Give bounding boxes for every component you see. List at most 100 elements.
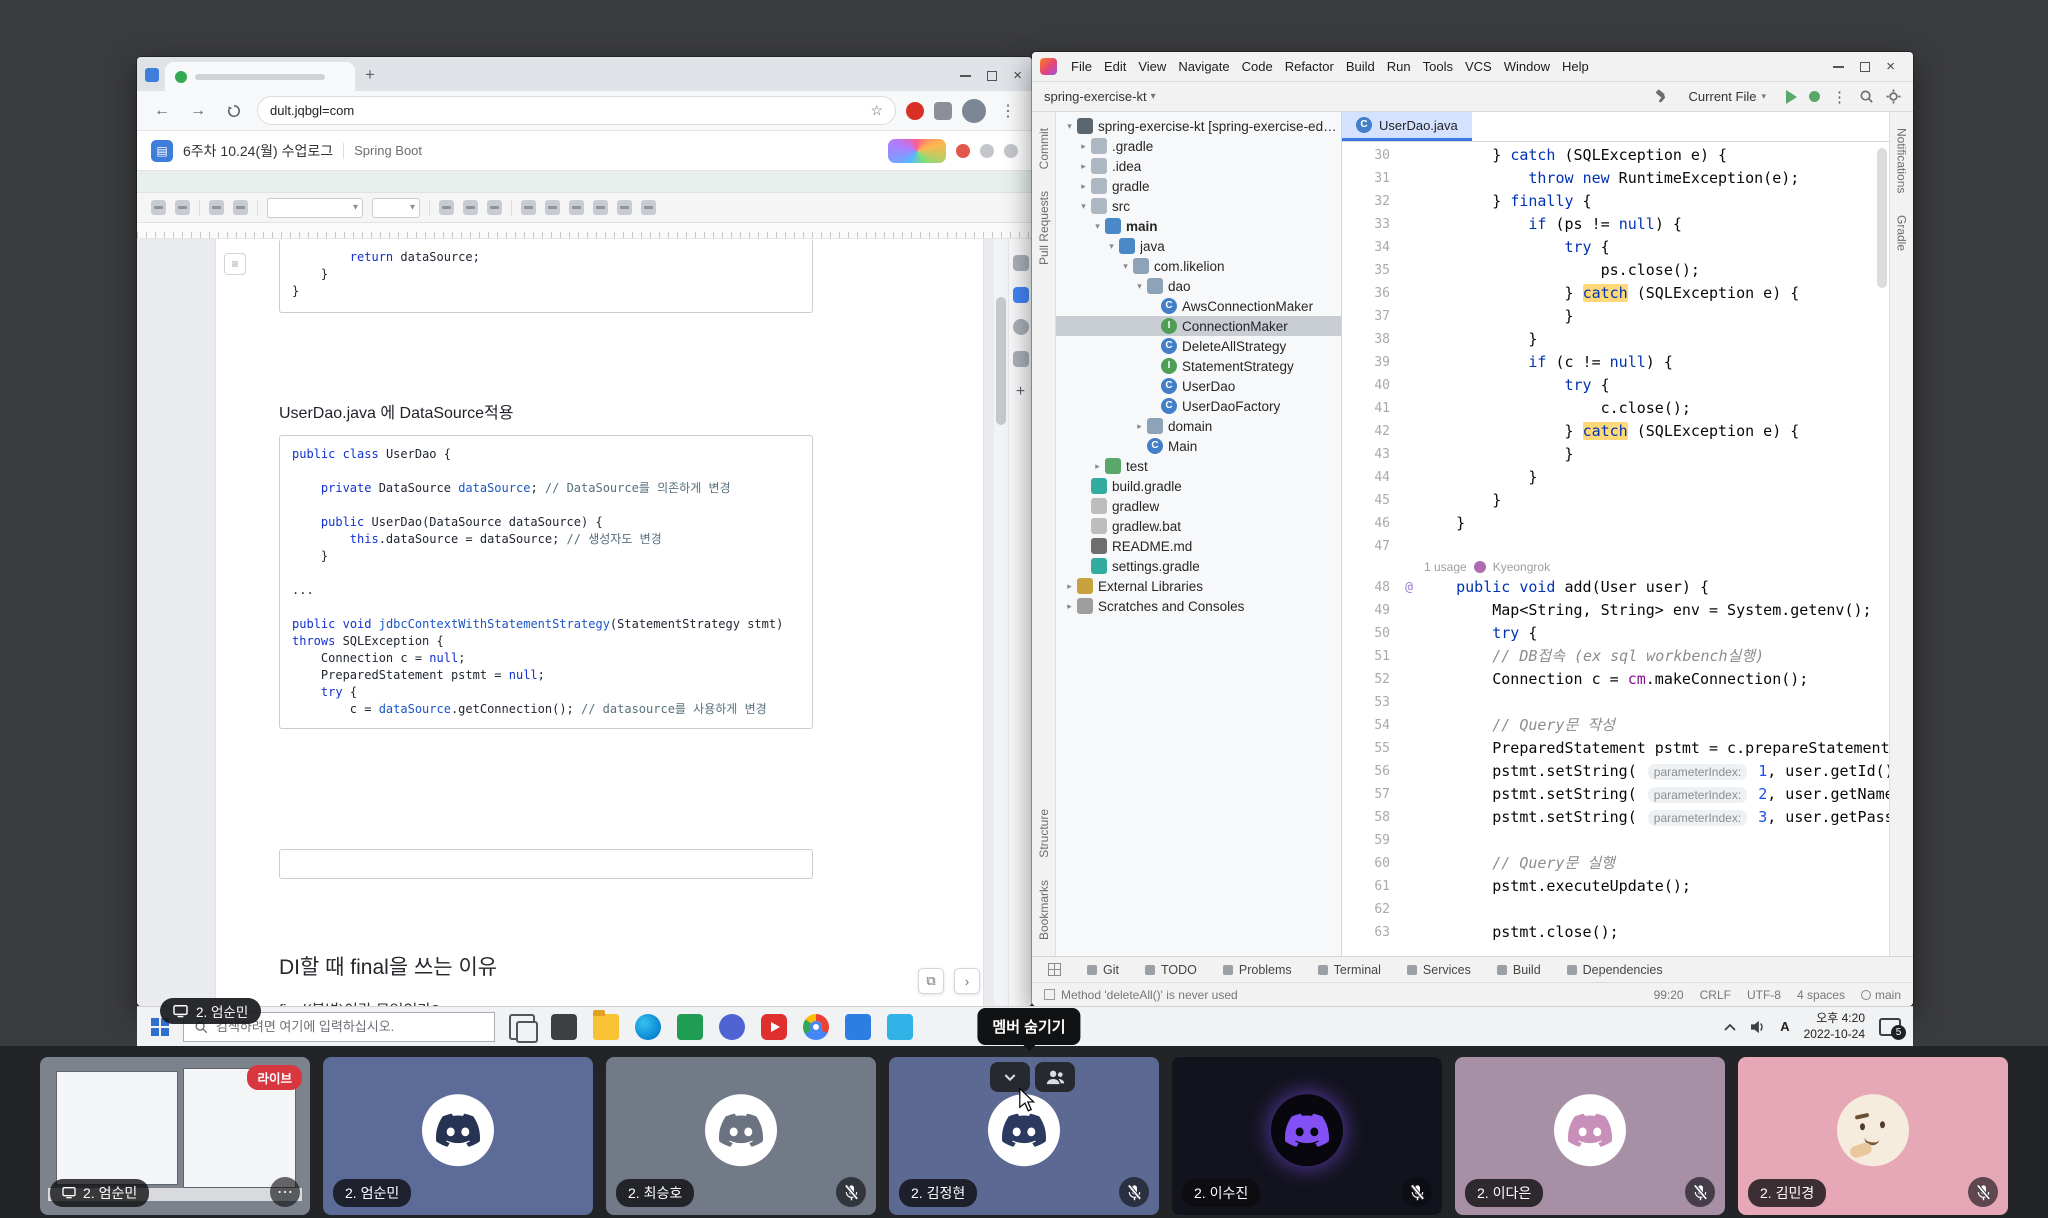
- usages-hint[interactable]: 1 usageKyeongrok: [1342, 558, 1889, 576]
- extension-icon-red[interactable]: [906, 102, 924, 120]
- popout-button[interactable]: ⧉: [918, 968, 944, 994]
- code-line[interactable]: 55 PreparedStatement pstmt = c.prepareSt…: [1342, 737, 1889, 760]
- project-tree-item[interactable]: ▾main: [1056, 216, 1341, 236]
- project-tree-item[interactable]: CAwsConnectionMaker: [1056, 296, 1341, 316]
- align-center-icon[interactable]: [545, 200, 560, 215]
- code-line[interactable]: 53: [1342, 691, 1889, 714]
- code-line[interactable]: 57 pstmt.setString( parameterIndex: 2, u…: [1342, 783, 1889, 806]
- code-line[interactable]: 44 }: [1342, 466, 1889, 489]
- chrome-icon[interactable]: [803, 1014, 829, 1040]
- rail-profile-icon[interactable]: [1013, 319, 1029, 335]
- code-line[interactable]: 36 } catch (SQLException e) {: [1342, 282, 1889, 305]
- app-blue-icon[interactable]: [719, 1014, 745, 1040]
- participant-tile-2[interactable]: 2. 엄순민: [323, 1057, 593, 1215]
- tool-window-tab-structure[interactable]: Structure: [1037, 809, 1051, 858]
- project-tree-item[interactable]: README.md: [1056, 536, 1341, 556]
- participant-tile-6[interactable]: 2. 이다은: [1455, 1057, 1725, 1215]
- project-tree-item[interactable]: build.gradle: [1056, 476, 1341, 496]
- settings-gear-icon[interactable]: [1886, 89, 1901, 104]
- code-line[interactable]: 37 }: [1342, 305, 1889, 328]
- indent-setting[interactable]: 4 spaces: [1797, 988, 1845, 1002]
- font-family-select[interactable]: ▾: [267, 198, 363, 218]
- tool-window-build[interactable]: Build: [1497, 963, 1541, 977]
- tool-window-tab-gradle[interactable]: Gradle: [1895, 215, 1909, 251]
- rail-add-icon[interactable]: +: [1016, 383, 1025, 401]
- project-tree-item[interactable]: ▸.gradle: [1056, 136, 1341, 156]
- project-tree-item[interactable]: ▾java: [1056, 236, 1341, 256]
- build-hammer-icon[interactable]: [1654, 89, 1669, 104]
- code-line[interactable]: 38 }: [1342, 328, 1889, 351]
- code-line[interactable]: 40 try {: [1342, 374, 1889, 397]
- tool-window-dependencies[interactable]: Dependencies: [1567, 963, 1663, 977]
- rail-documents-icon[interactable]: [1013, 255, 1029, 271]
- image-icon[interactable]: [641, 200, 656, 215]
- ide-menu-build[interactable]: Build: [1340, 56, 1381, 77]
- project-tree-item[interactable]: ▾com.likelion: [1056, 256, 1341, 276]
- new-tab-button[interactable]: +: [365, 65, 375, 85]
- app-dark-icon[interactable]: [551, 1014, 577, 1040]
- vscode-icon[interactable]: [845, 1014, 871, 1040]
- ide-menu-file[interactable]: File: [1065, 56, 1098, 77]
- options-icon[interactable]: [1004, 144, 1018, 158]
- project-tree-item[interactable]: ▾dao: [1056, 276, 1341, 296]
- code-line[interactable]: 56 pstmt.setString( parameterIndex: 1, u…: [1342, 760, 1889, 783]
- ide-menu-edit[interactable]: Edit: [1098, 56, 1132, 77]
- project-tree-item[interactable]: IStatementStrategy: [1056, 356, 1341, 376]
- tool-window-tab-notifications[interactable]: Notifications: [1895, 128, 1909, 193]
- back-button[interactable]: ←: [149, 98, 175, 124]
- align-left-icon[interactable]: [521, 200, 536, 215]
- ide-menu-run[interactable]: Run: [1381, 56, 1417, 77]
- code-line[interactable]: 62: [1342, 898, 1889, 921]
- project-tree-item[interactable]: ▾spring-exercise-kt [spring-exercise-edu…: [1056, 116, 1341, 136]
- code-line[interactable]: 58 pstmt.setString( parameterIndex: 3, u…: [1342, 806, 1889, 829]
- maximize-button[interactable]: [1860, 62, 1870, 72]
- address-input[interactable]: dult.jqbgl=com ☆: [257, 96, 896, 125]
- close-button[interactable]: ×: [1886, 59, 1895, 74]
- undo-icon[interactable]: [151, 200, 166, 215]
- scrollbar-thumb[interactable]: [996, 297, 1006, 425]
- code-line[interactable]: 42 } catch (SQLException e) {: [1342, 420, 1889, 443]
- tool-window-tab-bookmarks[interactable]: Bookmarks: [1037, 880, 1051, 940]
- code-block-userdao[interactable]: public class UserDao { private DataSourc…: [279, 435, 813, 729]
- extensions-puzzle-icon[interactable]: [934, 102, 952, 120]
- ide-menu-window[interactable]: Window: [1498, 56, 1556, 77]
- hide-members-button[interactable]: [1035, 1062, 1075, 1092]
- project-tree-item[interactable]: CUserDao: [1056, 376, 1341, 396]
- code-line[interactable]: 46 }: [1342, 512, 1889, 535]
- document-page[interactable]: ≡ return dataSource; }} UserDao.java 에 D…: [215, 239, 984, 1006]
- document-scrollbar[interactable]: [994, 239, 1008, 1006]
- editor-tab-userdao[interactable]: C UserDao.java: [1342, 112, 1472, 141]
- tool-window-terminal[interactable]: Terminal: [1318, 963, 1381, 977]
- code-block-datasource-return[interactable]: return dataSource; }}: [279, 239, 813, 313]
- forward-button[interactable]: →: [185, 98, 211, 124]
- tile-options-button[interactable]: ⋯: [270, 1177, 300, 1207]
- print-icon[interactable]: [209, 200, 224, 215]
- code-line[interactable]: 34 try {: [1342, 236, 1889, 259]
- profile-avatar[interactable]: [962, 99, 986, 123]
- more-actions-icon[interactable]: ⋮: [1832, 88, 1847, 106]
- align-right-icon[interactable]: [569, 200, 584, 215]
- editor-scrollbar[interactable]: [1877, 148, 1887, 288]
- participant-tile-7[interactable]: 2. 김민경: [1738, 1057, 2008, 1215]
- code-line[interactable]: 50 try {: [1342, 622, 1889, 645]
- ide-menu-tools[interactable]: Tools: [1417, 56, 1459, 77]
- taskbar-search-input[interactable]: [216, 1019, 484, 1034]
- rail-favorites-icon[interactable]: [1013, 287, 1029, 303]
- project-tree-item[interactable]: ▸.idea: [1056, 156, 1341, 176]
- tool-window-tab-commit[interactable]: Commit: [1037, 128, 1051, 169]
- code-line[interactable]: 49 Map<String, String> env = System.gete…: [1342, 599, 1889, 622]
- collapse-panel-button[interactable]: ›: [954, 968, 980, 994]
- table-icon[interactable]: [617, 200, 632, 215]
- project-tree-item[interactable]: ▸test: [1056, 456, 1341, 476]
- participant-tile-3[interactable]: 2. 최승호: [606, 1057, 876, 1215]
- participant-tile-5[interactable]: 2. 이수진: [1172, 1057, 1442, 1215]
- notification-center-icon[interactable]: 5: [1879, 1018, 1901, 1036]
- code-line[interactable]: 54 // Query문 작성: [1342, 714, 1889, 737]
- code-line[interactable]: 41 c.close();: [1342, 397, 1889, 420]
- browser-tab[interactable]: [165, 62, 355, 91]
- code-line[interactable]: 30 } catch (SQLException e) {: [1342, 144, 1889, 167]
- code-line[interactable]: 63 pstmt.close();: [1342, 921, 1889, 944]
- code-line[interactable]: 48@ public void add(User user) {: [1342, 576, 1889, 599]
- underline-icon[interactable]: [487, 200, 502, 215]
- edge-icon[interactable]: [635, 1014, 661, 1040]
